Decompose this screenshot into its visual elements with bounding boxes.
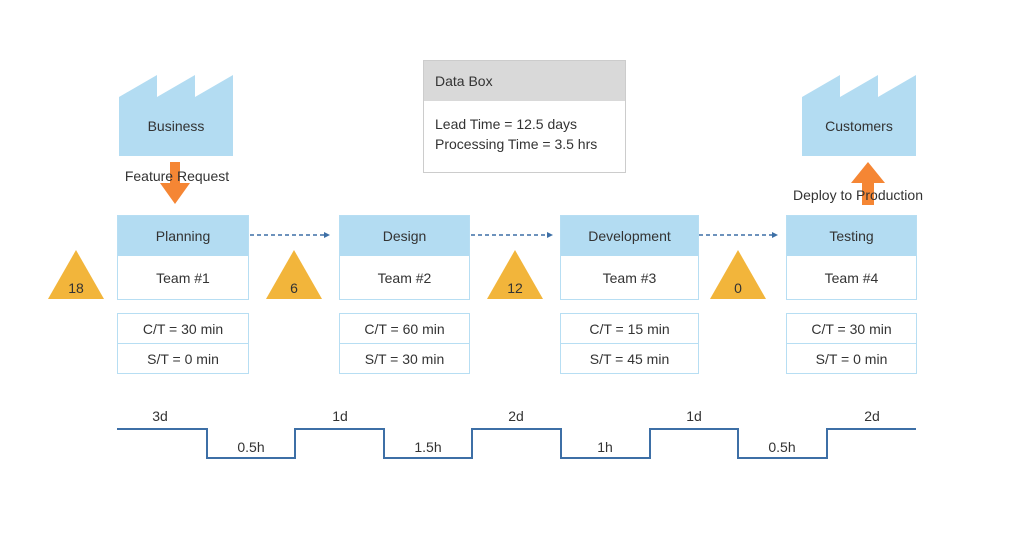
timeline-process: 1.5h xyxy=(414,439,442,455)
timeline-process: 0.5h xyxy=(768,439,796,455)
cycle-time: C/T = 30 min xyxy=(142,320,224,337)
cycle-time: C/T = 30 min xyxy=(811,320,892,337)
lead-time: Lead Time = 12.5 days xyxy=(435,116,578,132)
process-development: Development Team #3 xyxy=(560,215,699,300)
data-box: Data Box Lead Time = 12.5 days Processin… xyxy=(423,60,626,173)
supplier-label: Business xyxy=(147,118,205,134)
process-data-box: C/T = 30 min S/T = 0 min xyxy=(117,313,249,374)
timeline-wait: 1d xyxy=(332,408,348,424)
process-testing: Testing Team #4 xyxy=(786,215,917,300)
setup-time: S/T = 30 min xyxy=(340,343,469,373)
setup-time: S/T = 0 min xyxy=(787,343,916,373)
process-planning: Planning Team #1 xyxy=(117,215,249,300)
process-team: Team #3 xyxy=(602,270,657,286)
feature-request-label: Feature Request xyxy=(124,168,230,184)
customer-label: Customers xyxy=(825,118,893,134)
business-factory-icon xyxy=(119,75,233,156)
cycle-time: C/T = 60 min xyxy=(364,320,445,337)
processing-time: Processing Time = 3.5 hrs xyxy=(435,136,598,152)
inventory-count: 12 xyxy=(507,280,523,296)
deploy-label: Deploy to Production xyxy=(793,187,923,203)
process-name: Planning xyxy=(118,216,248,256)
setup-time: S/T = 45 min xyxy=(561,343,698,373)
inventory-count: 0 xyxy=(734,280,742,296)
timeline-process: 0.5h xyxy=(237,439,265,455)
process-data-box: C/T = 30 min S/T = 0 min xyxy=(786,313,917,374)
process-data-box: C/T = 60 min S/T = 30 min xyxy=(339,313,470,374)
process-data-box: C/T = 15 min S/T = 45 min xyxy=(560,313,699,374)
data-box-title: Data Box xyxy=(424,61,625,101)
customers-factory-icon xyxy=(802,75,916,156)
cycle-time: C/T = 15 min xyxy=(589,320,670,337)
process-design: Design Team #2 xyxy=(339,215,470,300)
timeline-wait: 2d xyxy=(864,408,880,424)
timeline-wait: 2d xyxy=(508,408,524,424)
process-team: Team #1 xyxy=(156,270,210,286)
inventory-count: 18 xyxy=(68,280,84,296)
process-name: Development xyxy=(561,216,698,256)
process-name: Testing xyxy=(787,216,916,256)
process-name: Design xyxy=(340,216,469,256)
inventory-count: 6 xyxy=(290,280,298,296)
process-team: Team #4 xyxy=(824,270,879,286)
timeline-wait: 3d xyxy=(152,408,168,424)
process-team: Team #2 xyxy=(377,270,432,286)
timeline-wait: 1d xyxy=(686,408,702,424)
setup-time: S/T = 0 min xyxy=(118,343,248,373)
timeline-process: 1h xyxy=(597,439,613,455)
